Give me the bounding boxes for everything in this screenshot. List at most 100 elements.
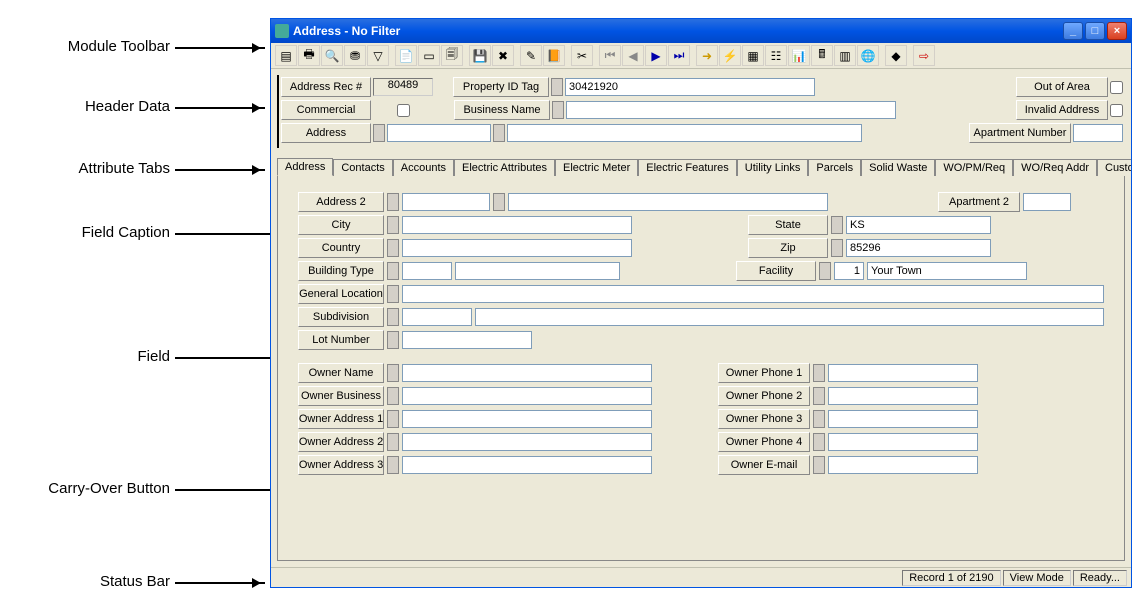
toolbar-button[interactable]: ▭ [418,45,440,66]
business-name-input[interactable] [566,101,896,119]
carry-over-button[interactable] [387,262,399,280]
maximize-button[interactable]: □ [1085,22,1105,40]
tab-contacts[interactable]: Contacts [333,159,392,176]
last-icon[interactable]: ⏭ [668,45,690,66]
tab-solid-waste[interactable]: Solid Waste [861,159,935,176]
tab-wo-pm-req[interactable]: WO/PM/Req [935,159,1013,176]
lot-number-input[interactable] [402,331,532,349]
owner-phone2-input[interactable] [828,387,978,405]
owner-address1-input[interactable] [402,410,652,428]
subdivision-desc-input[interactable] [475,308,1104,326]
owner-name-input[interactable] [402,364,652,382]
address-street-input[interactable] [507,124,862,142]
carry-over-button[interactable] [387,239,399,257]
book-icon[interactable]: 📙 [543,45,565,66]
country-input[interactable] [402,239,632,257]
subdivision-code-input[interactable] [402,308,472,326]
carry-over-button[interactable] [552,101,564,119]
owner-phone1-input[interactable] [828,364,978,382]
tab-accounts[interactable]: Accounts [393,159,454,176]
bolt-icon[interactable]: ⚡ [719,45,741,66]
org-icon[interactable]: ☷ [765,45,787,66]
state-input[interactable] [846,216,991,234]
globe-icon[interactable]: 🌐 [857,45,879,66]
facility-name-input[interactable] [867,262,1027,280]
facility-code-input[interactable] [834,262,864,280]
carry-over-button[interactable] [831,216,843,234]
chart-icon[interactable]: 📊 [788,45,810,66]
filter-icon[interactable]: ▽ [367,45,389,66]
carry-over-button[interactable] [493,124,505,142]
owner-business-input[interactable] [402,387,652,405]
carry-over-button[interactable] [387,193,399,211]
carry-over-button[interactable] [813,433,825,451]
tree-icon[interactable]: ▦ [742,45,764,66]
carry-over-button[interactable] [387,285,399,303]
carry-over-button[interactable] [493,193,505,211]
tab-custom[interactable]: Custom [1097,159,1131,176]
owner-address2-input[interactable] [402,433,652,451]
cut-icon[interactable]: ✂ [571,45,593,66]
carry-over-button[interactable] [387,331,399,349]
search-icon[interactable]: 🔍 [321,45,343,66]
building-type-desc-input[interactable] [455,262,620,280]
delete-icon[interactable]: ✖ [492,45,514,66]
tab-parcels[interactable]: Parcels [808,159,861,176]
toolbar-button[interactable]: ⛃ [344,45,366,66]
owner-email-input[interactable] [828,456,978,474]
carry-over-button[interactable] [387,456,399,474]
prev-icon[interactable]: ◀ [622,45,644,66]
owner-address3-input[interactable] [402,456,652,474]
save-icon[interactable]: 💾 [469,45,491,66]
carry-over-button[interactable] [387,216,399,234]
apartment-number-input[interactable] [1073,124,1123,142]
carry-over-button[interactable] [813,364,825,382]
property-id-input[interactable] [565,78,815,96]
general-location-input[interactable] [402,285,1104,303]
invalid-address-checkbox[interactable] [1110,104,1123,117]
carry-over-button[interactable] [831,239,843,257]
owner-phone3-input[interactable] [828,410,978,428]
tab-address[interactable]: Address [277,158,333,176]
zip-input[interactable] [846,239,991,257]
carry-over-button[interactable] [819,262,831,280]
carry-over-button[interactable] [551,78,563,96]
arrow-icon[interactable]: ➜ [696,45,718,66]
minimize-button[interactable]: _ [1063,22,1083,40]
carry-over-button[interactable] [813,387,825,405]
help-icon[interactable]: ◆ [885,45,907,66]
carry-over-button[interactable] [387,308,399,326]
copy-icon[interactable]: 🗐 [441,45,463,66]
tab-utility-links[interactable]: Utility Links [737,159,809,176]
carry-over-button[interactable] [387,387,399,405]
toolbar-button[interactable]: ▤ [275,45,297,66]
tab-electric-attributes[interactable]: Electric Attributes [454,159,555,176]
city-input[interactable] [402,216,632,234]
address-num-input[interactable] [387,124,491,142]
grid-icon[interactable]: ▥ [834,45,856,66]
tab-wo-req-addr[interactable]: WO/Req Addr [1013,159,1097,176]
owner-phone4-input[interactable] [828,433,978,451]
exit-icon[interactable]: ⇨ [913,45,935,66]
edit-icon[interactable]: ✎ [520,45,542,66]
apartment2-input[interactable] [1023,193,1071,211]
address2-num-input[interactable] [402,193,490,211]
address2-street-input[interactable] [508,193,828,211]
carry-over-button[interactable] [813,456,825,474]
carry-over-button[interactable] [387,364,399,382]
out-of-area-checkbox[interactable] [1110,81,1123,94]
building-type-input[interactable] [402,262,452,280]
carry-over-button[interactable] [387,433,399,451]
next-icon[interactable]: ▶ [645,45,667,66]
carry-over-button[interactable] [387,410,399,428]
first-icon[interactable]: ⏮ [599,45,621,66]
carry-over-button[interactable] [373,124,385,142]
close-button[interactable]: × [1107,22,1127,40]
print-icon[interactable]: 🖶 [298,45,320,66]
commercial-checkbox[interactable] [397,104,410,117]
carry-over-button[interactable] [813,410,825,428]
tab-electric-meter[interactable]: Electric Meter [555,159,638,176]
calc-icon[interactable]: 🖩 [811,45,833,66]
new-icon[interactable]: 📄 [395,45,417,66]
tab-electric-features[interactable]: Electric Features [638,159,737,176]
